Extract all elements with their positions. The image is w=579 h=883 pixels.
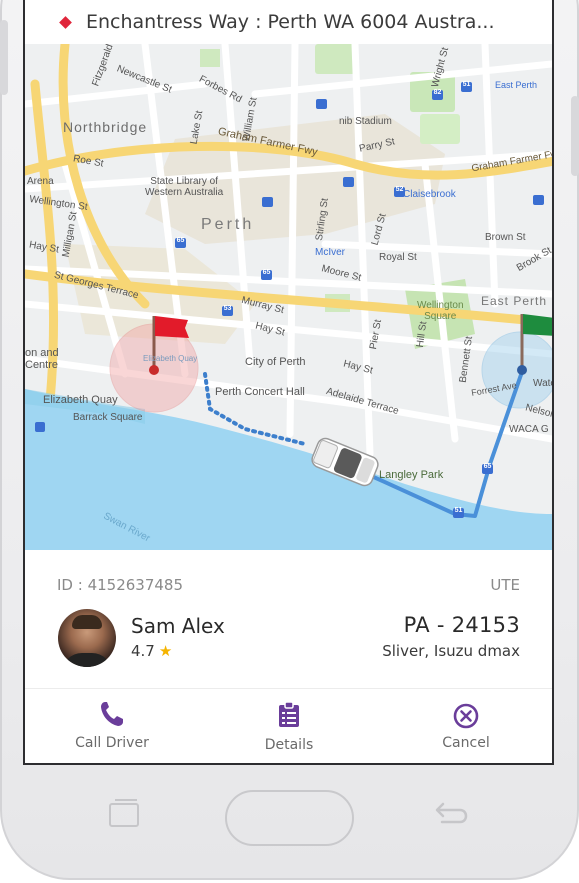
vehicle-icon — [309, 442, 381, 484]
action-bar: Call Driver Details Cancel — [25, 688, 552, 763]
driver-name: Sam Alex — [131, 614, 225, 638]
cancel-label: Cancel — [442, 735, 490, 751]
map-label-wellington-square: Wellington Square — [417, 300, 464, 322]
map-label-northbridge: Northbridge — [63, 119, 148, 135]
map-label-mciver: McIver — [315, 247, 345, 258]
map-label-waca: WACA G — [509, 424, 549, 435]
call-driver-button[interactable]: Call Driver — [42, 689, 182, 763]
map-label-arena: Arena — [27, 176, 54, 187]
route-badge: 65 — [262, 269, 271, 276]
destination-bar[interactable]: Enchantress Way : Perth WA 6004 Austra..… — [25, 0, 552, 44]
driver-rating: 4.7 ★ — [131, 642, 172, 660]
home-key[interactable] — [225, 790, 354, 846]
details-label: Details — [264, 737, 314, 753]
map-label-city-of-perth: City of Perth — [245, 356, 306, 368]
route-badge: 82 — [433, 89, 442, 96]
phone-icon — [101, 702, 123, 726]
dropoff-flag-icon[interactable] — [515, 310, 552, 374]
map-label-perth: Perth — [201, 216, 255, 233]
recent-apps-key[interactable] — [109, 799, 139, 827]
trip-info-panel: ID : 4152637485 UTE Sam Alex 4.7 ★ PA - 2… — [25, 550, 552, 687]
vehicle-type: UTE — [490, 576, 520, 594]
map-label-east-perth: East Perth — [481, 294, 548, 308]
map-label-claisebrook: Claisebrook — [403, 189, 456, 200]
app-screen: Enchantress Way : Perth WA 6004 Austra..… — [23, 0, 554, 765]
cancel-circle-icon — [453, 703, 479, 729]
map-label-langley-park: Langley Park — [379, 469, 444, 481]
vehicle-model: Sliver, Isuzu dmax — [382, 642, 520, 660]
details-button[interactable]: Details — [219, 689, 359, 763]
star-icon: ★ — [158, 642, 173, 660]
map-label-barrack-square: Barrack Square — [73, 412, 143, 423]
map-view[interactable]: Northbridge Newcastle St Fitzgerald St F… — [25, 44, 552, 550]
map-label-east-perth-station: East Perth — [495, 80, 538, 90]
map-label-perth-concert-hall: Perth Concert Hall — [215, 386, 305, 398]
back-icon[interactable] — [432, 800, 470, 830]
rating-value: 4.7 — [131, 642, 155, 660]
route-badge: 52 — [395, 186, 404, 193]
map-label-brown-st: Brown St — [485, 232, 526, 243]
destination-address: Enchantress Way : Perth WA 6004 Austra..… — [86, 11, 495, 33]
route-badge: 53 — [223, 305, 232, 312]
call-driver-label: Call Driver — [75, 735, 149, 751]
map-label-royal-st: Royal St — [379, 252, 417, 263]
map-label-elizabeth-quay: Elizabeth Quay — [43, 394, 118, 406]
route-badge: 65 — [483, 463, 492, 470]
avatar[interactable] — [58, 609, 116, 667]
clipboard-icon — [279, 702, 299, 727]
destination-marker-icon — [59, 15, 72, 29]
trip-id: ID : 4152637485 — [57, 576, 183, 594]
route-badge: 51 — [462, 81, 471, 88]
map-label-waterloo: Wate — [533, 378, 552, 389]
route-badge: 51 — [454, 507, 463, 514]
route-badge: 65 — [176, 237, 185, 244]
map-label-convention-centre: on and Centre — [25, 347, 59, 371]
phone-volume-button — [0, 20, 8, 95]
map-label-stadium: nib Stadium — [339, 116, 392, 127]
cancel-button[interactable]: Cancel — [396, 689, 536, 763]
license-plate: PA - 24153 — [403, 613, 520, 637]
phone-power-button — [571, 96, 579, 176]
map-label-state-library: State Library of Western Australia — [145, 176, 224, 198]
pickup-flag-icon[interactable] — [149, 312, 193, 374]
